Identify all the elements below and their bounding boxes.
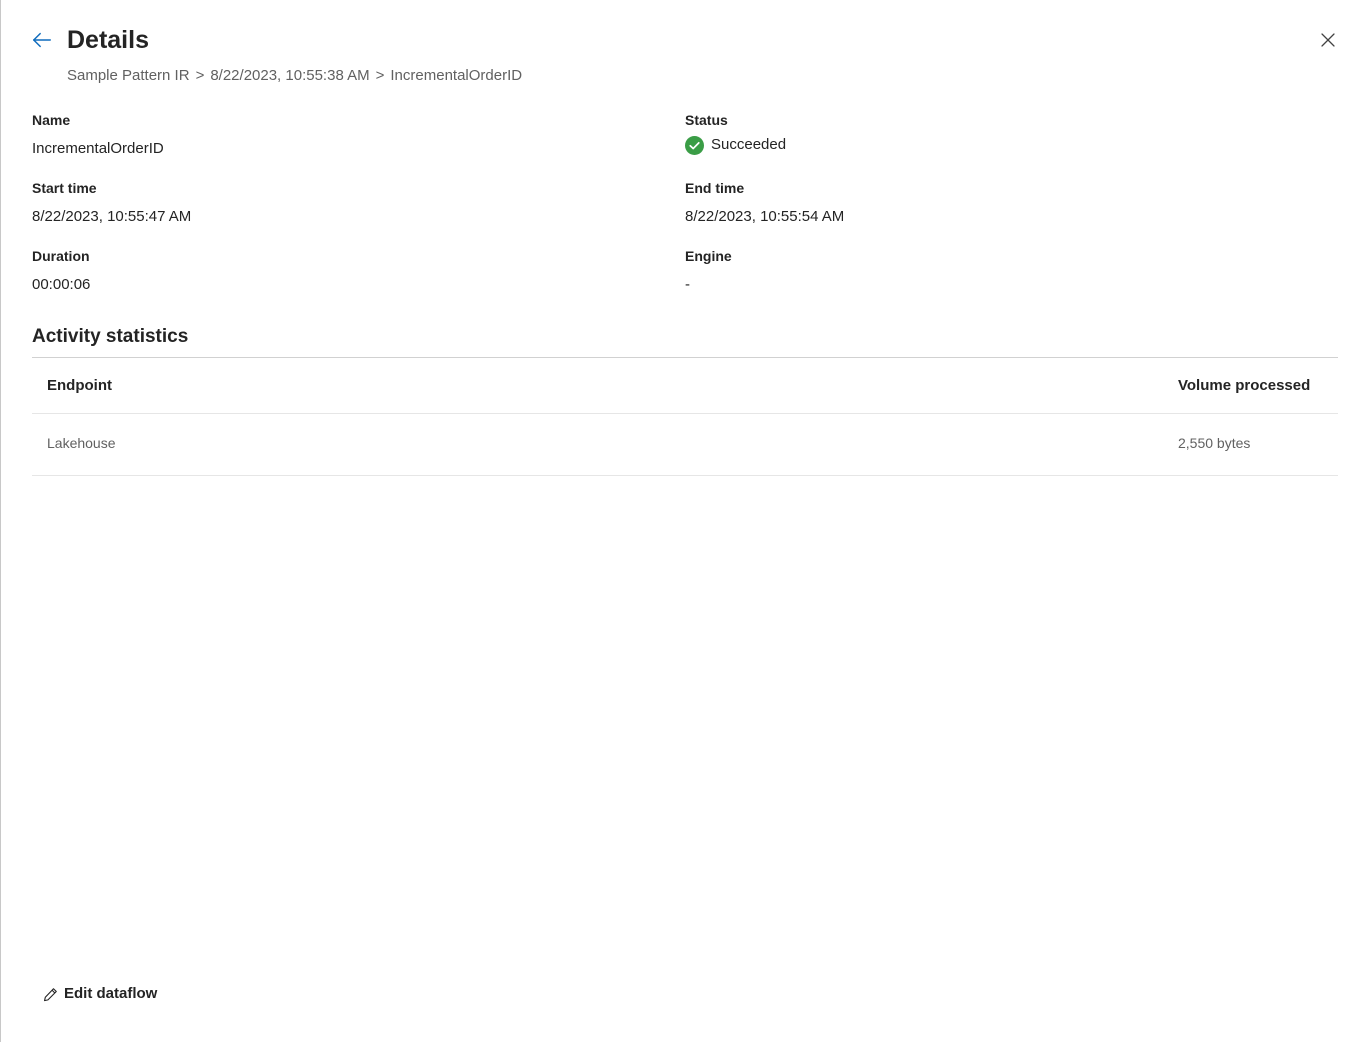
volume-cell: 2,550 bytes xyxy=(1178,435,1251,451)
breadcrumb-item-pipeline[interactable]: Sample Pattern IR xyxy=(67,66,190,86)
start-time-value: 8/22/2023, 10:55:47 AM xyxy=(32,208,192,225)
start-time-label: Start time xyxy=(32,180,97,196)
edit-dataflow-button[interactable]: Edit dataflow xyxy=(42,983,157,1005)
breadcrumb-separator: > xyxy=(195,67,205,84)
page-title: Details xyxy=(67,26,149,54)
breadcrumb-separator: > xyxy=(375,67,385,84)
column-header-endpoint[interactable]: Endpoint xyxy=(47,376,112,396)
end-time-value: 8/22/2023, 10:55:54 AM xyxy=(685,208,845,225)
name-value: IncrementalOrderID xyxy=(32,140,164,157)
status-text: Succeeded xyxy=(711,136,787,153)
edit-dataflow-label: Edit dataflow xyxy=(64,985,158,1002)
activity-statistics-table: Endpoint Volume processed Lakehouse 2,55… xyxy=(32,358,1338,476)
column-header-volume[interactable]: Volume processed xyxy=(1178,376,1310,396)
engine-value: - xyxy=(685,276,690,293)
table-row[interactable]: Lakehouse 2,550 bytes xyxy=(32,414,1338,476)
back-button[interactable] xyxy=(30,28,54,52)
breadcrumb-item-activity: IncrementalOrderID xyxy=(390,67,523,84)
duration-label: Duration xyxy=(32,248,90,264)
engine-label: Engine xyxy=(685,248,732,264)
duration-value: 00:00:06 xyxy=(32,276,91,293)
close-icon xyxy=(1319,31,1337,49)
arrow-left-icon xyxy=(31,29,53,51)
endpoint-cell: Lakehouse xyxy=(47,435,116,451)
close-button[interactable] xyxy=(1317,29,1339,51)
activity-statistics-title: Activity statistics xyxy=(32,326,189,347)
status-label: Status xyxy=(685,112,728,128)
check-circle-icon xyxy=(685,135,704,155)
status-value: Succeeded xyxy=(685,135,786,155)
pencil-icon xyxy=(42,986,59,1003)
end-time-label: End time xyxy=(685,180,745,196)
table-header: Endpoint Volume processed xyxy=(32,358,1338,414)
name-label: Name xyxy=(32,112,71,128)
breadcrumb-item-run[interactable]: 8/22/2023, 10:55:38 AM xyxy=(210,66,369,86)
breadcrumb: Sample Pattern IR > 8/22/2023, 10:55:38 … xyxy=(67,66,522,86)
details-panel: Details Sample Pattern IR > 8/22/2023, 1… xyxy=(0,0,1364,1042)
